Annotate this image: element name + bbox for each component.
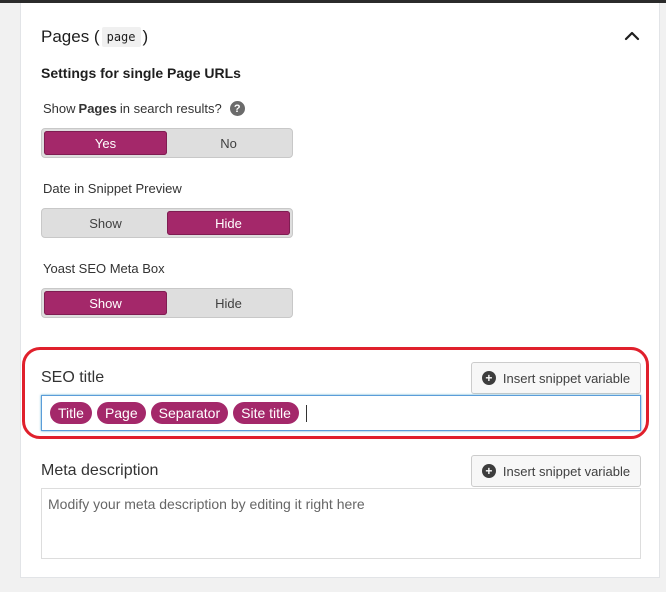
post-type-badge: page: [101, 27, 141, 47]
meta-description-input[interactable]: Modify your meta description by editing …: [41, 488, 641, 559]
settings-panel: Pages ( page ) Settings for single Page …: [20, 3, 660, 578]
panel-title-text: Pages (: [41, 27, 100, 46]
meta-box-toggle: Show Hide: [41, 288, 293, 318]
label-prefix: Show: [43, 101, 76, 116]
section-subheading: Settings for single Page URLs: [41, 65, 241, 81]
insert-snippet-label: Insert snippet variable: [502, 463, 631, 479]
date-in-snippet-toggle: Show Hide: [41, 208, 293, 238]
chevron-up-icon[interactable]: [621, 25, 643, 47]
annotation-highlight: [22, 347, 649, 439]
toggle-option-hide[interactable]: Hide: [167, 211, 290, 235]
toggle-option-yes[interactable]: Yes: [44, 131, 167, 155]
show-in-search-label: Show Pages in search results? ?: [43, 101, 245, 116]
show-in-search-toggle: Yes No: [41, 128, 293, 158]
date-in-snippet-label: Date in Snippet Preview: [43, 181, 182, 196]
toggle-option-show[interactable]: Show: [44, 291, 167, 315]
meta-description-label: Meta description: [41, 462, 159, 479]
toggle-option-show[interactable]: Show: [44, 211, 167, 235]
toggle-option-no[interactable]: No: [167, 131, 290, 155]
label-bold: Pages: [78, 101, 117, 116]
toggle-option-hide[interactable]: Hide: [167, 291, 290, 315]
label-suffix: in search results?: [119, 101, 222, 116]
plus-circle-icon: +: [481, 464, 496, 478]
panel-title-close: ): [142, 27, 149, 46]
meta-box-label: Yoast SEO Meta Box: [43, 261, 165, 276]
help-icon[interactable]: ?: [229, 101, 245, 116]
insert-snippet-variable-button[interactable]: + Insert snippet variable: [471, 455, 641, 487]
panel-title: Pages ( page ): [41, 27, 148, 47]
